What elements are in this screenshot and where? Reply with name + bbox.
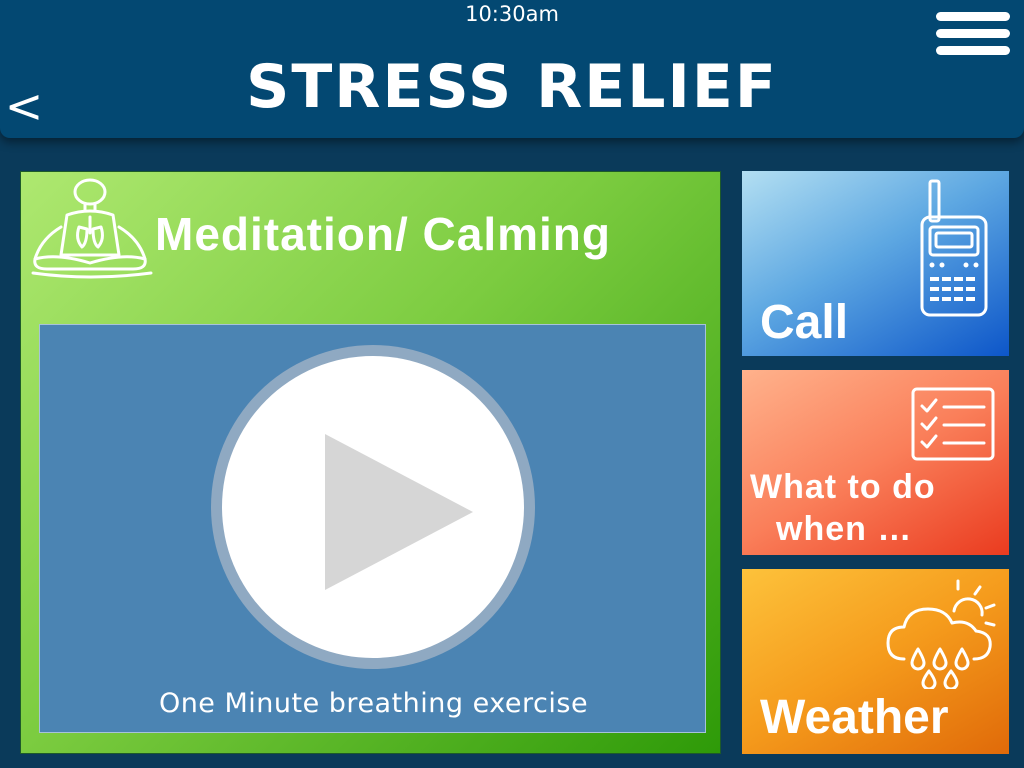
weather-tile[interactable]: Weather (742, 569, 1009, 754)
weather-label: Weather (760, 691, 949, 744)
what-to-do-label-line2: when … (776, 510, 913, 548)
call-tile[interactable]: Call (742, 171, 1009, 356)
video-caption: One Minute breathing exercise (158, 688, 589, 719)
what-to-do-tile[interactable]: What to do when … (742, 370, 1009, 555)
video-player[interactable]: One Minute breathing exercise (39, 324, 706, 733)
menu-line (936, 46, 1010, 55)
walkie-talkie-icon (920, 179, 988, 317)
menu-line (936, 29, 1010, 38)
weather-rain-sun-icon (886, 579, 996, 689)
menu-line (936, 12, 1010, 21)
checklist-icon (911, 387, 995, 461)
clock-time: 10:30am (465, 2, 559, 26)
what-to-do-label-line1: What to do (750, 468, 936, 506)
call-label: Call (760, 296, 849, 349)
play-button-disc (222, 356, 524, 658)
meditation-title: Meditation/ Calming (155, 208, 611, 260)
header-bar: 10:30am < STRESS RELIEF (0, 0, 1024, 138)
page-title: STRESS RELIEF (246, 52, 778, 122)
meditation-person-icon (31, 178, 153, 279)
play-button[interactable] (211, 345, 535, 669)
play-icon (325, 434, 473, 590)
meditation-panel[interactable]: Meditation/ Calming One Minute breathing… (20, 171, 721, 754)
hamburger-menu-icon[interactable] (936, 12, 1010, 62)
what-to-do-label: What to do when … (750, 466, 936, 550)
